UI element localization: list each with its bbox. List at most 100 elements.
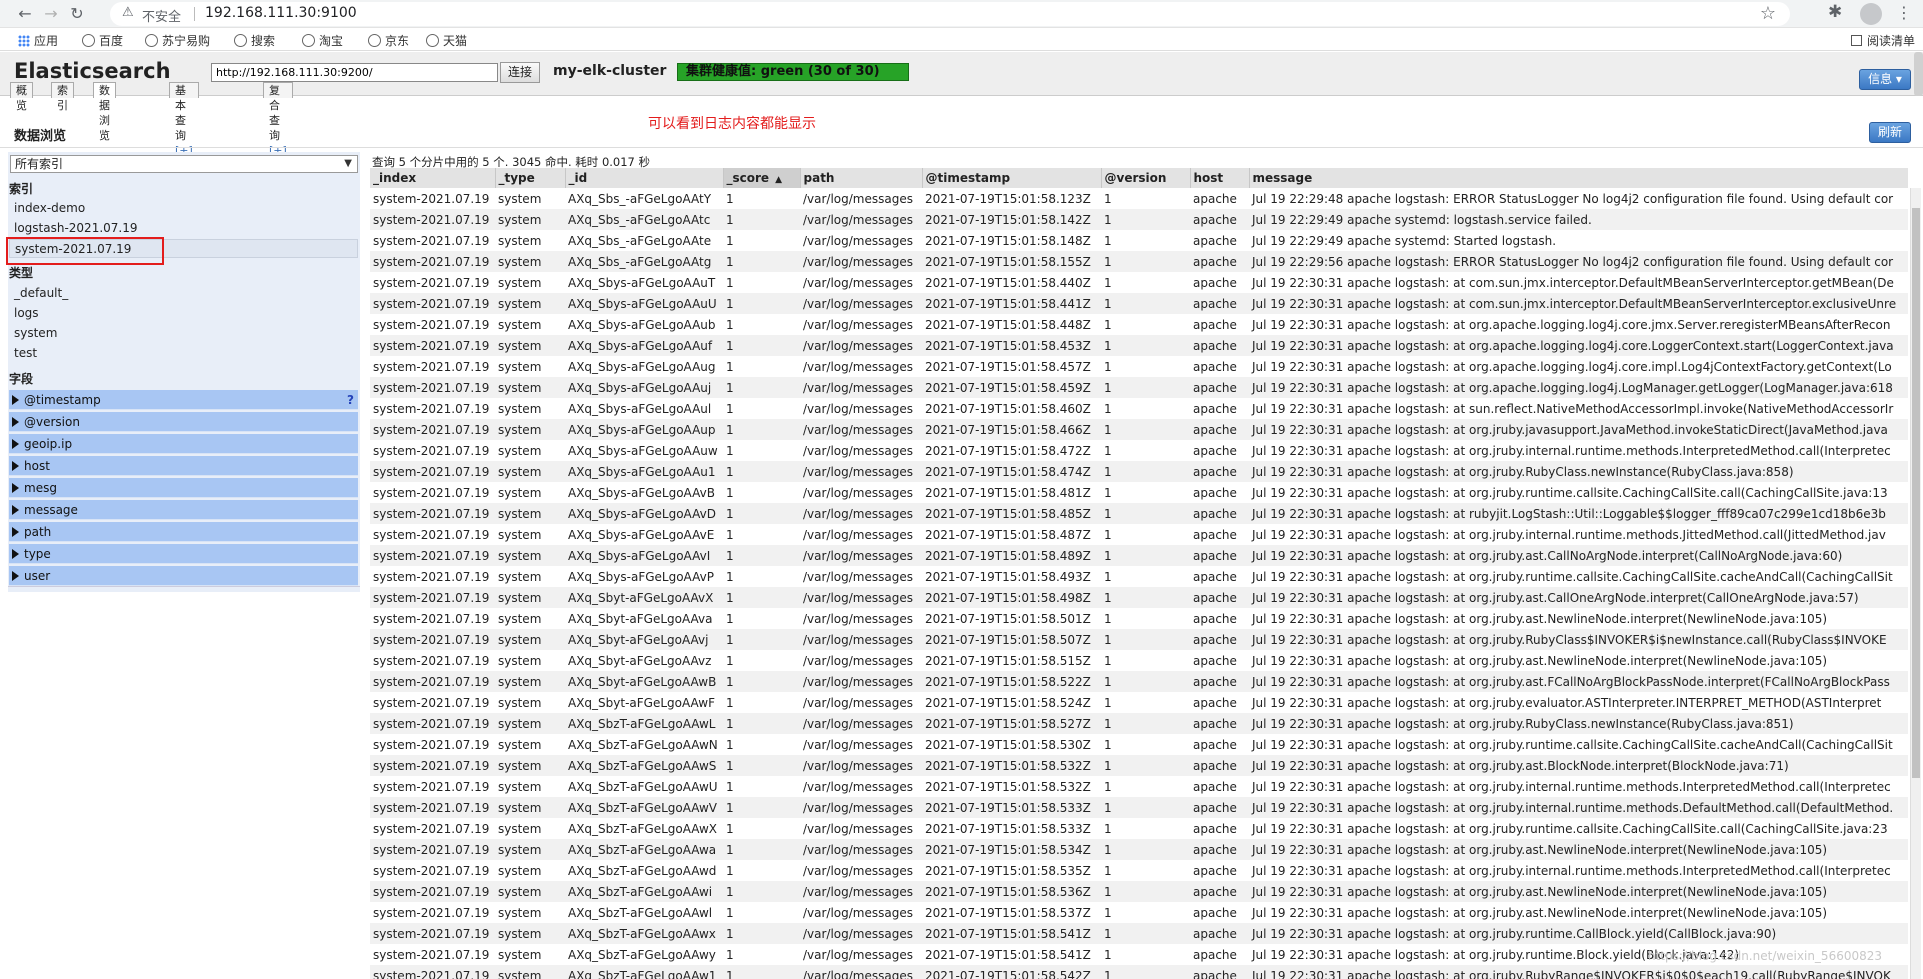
table-row[interactable]: system-2021.07.19 system AXq_SbzT-aFGeLgoA… xyxy=(370,776,1908,797)
column-header[interactable]: host xyxy=(1190,168,1250,188)
tab-basic-query[interactable]: 基本查询 [+] xyxy=(169,82,199,157)
help-icon[interactable]: ? xyxy=(347,390,354,410)
reload-icon[interactable]: ↻ xyxy=(66,3,88,25)
table-row[interactable]: system-2021.07.19 system AXq_Sbys-aFGeLgoA… xyxy=(370,461,1908,482)
browser-menu-icon[interactable]: ⋮ xyxy=(1896,3,1912,22)
sidebar-type-item[interactable]: test xyxy=(9,344,358,363)
index-select[interactable]: 所有索引 ▼ xyxy=(10,155,358,173)
tab-compound-query[interactable]: 复合查询 [+] xyxy=(263,82,293,157)
table-row[interactable]: system-2021.07.19 system AXq_Sbys-aFGeLgoA… xyxy=(370,419,1908,440)
results-scrollbar[interactable] xyxy=(1910,188,1921,979)
table-row[interactable]: system-2021.07.19 system AXq_SbzT-aFGeLgoA… xyxy=(370,713,1908,734)
forward-icon[interactable]: → xyxy=(40,3,62,25)
bookmark-jd[interactable]: 京东 xyxy=(368,32,409,49)
page-scrollbar[interactable] xyxy=(1914,52,1923,96)
table-row[interactable]: system-2021.07.19 system AXq_Sbyt-aFGeLgoA… xyxy=(370,608,1908,629)
info-button[interactable]: 信息 ▾ xyxy=(1859,69,1911,90)
table-cell: 1 xyxy=(1101,923,1190,944)
table-row[interactable]: system-2021.07.19 system AXq_SbzT-aFGeLgoA… xyxy=(370,839,1908,860)
field-item[interactable]: user xyxy=(9,566,358,586)
table-row[interactable]: system-2021.07.19 system AXq_Sbys-aFGeLgoA… xyxy=(370,272,1908,293)
table-row[interactable]: system-2021.07.19 system AXq_SbzT-aFGeLgoA… xyxy=(370,818,1908,839)
table-row[interactable]: system-2021.07.19 system AXq_SbzT-aFGeLgoA… xyxy=(370,923,1908,944)
tab-indices[interactable]: 索引 xyxy=(51,82,74,112)
column-header[interactable]: _type xyxy=(495,168,566,188)
table-cell: AXq_Sbys-aFGeLgoAAvB xyxy=(568,485,715,500)
field-item[interactable]: host xyxy=(9,456,358,476)
table-row[interactable]: system-2021.07.19 system AXq_Sbys-aFGeLgoA… xyxy=(370,482,1908,503)
bookmark-taobao[interactable]: 淘宝 xyxy=(302,32,343,49)
connect-button[interactable]: 连接 xyxy=(500,62,540,83)
field-item[interactable]: @version xyxy=(9,412,358,432)
column-header[interactable]: _index xyxy=(370,168,496,188)
column-header[interactable]: path xyxy=(800,168,923,188)
field-item[interactable]: mesg xyxy=(9,478,358,498)
back-icon[interactable]: ← xyxy=(14,3,36,25)
address-bar[interactable]: ⚠ 不安全 192.168.111.30:9100 ☆ xyxy=(110,2,1790,26)
table-row[interactable]: system-2021.07.19 system AXq_SbzT-aFGeLgoA… xyxy=(370,797,1908,818)
table-cell: system-2021.07.19 xyxy=(370,629,495,650)
table-row[interactable]: system-2021.07.19 system AXq_SbzT-aFGeLgoA… xyxy=(370,860,1908,881)
sidebar-type-item[interactable]: logs xyxy=(9,304,358,323)
extensions-icon[interactable]: ✱ xyxy=(1828,2,1842,22)
sidebar-index-item[interactable]: logstash-2021.07.19 xyxy=(9,219,358,238)
field-item[interactable]: path xyxy=(9,522,358,542)
table-row[interactable]: system-2021.07.19 system AXq_Sbys-aFGeLgoA… xyxy=(370,524,1908,545)
field-item[interactable]: @timestamp? xyxy=(9,390,358,410)
table-row[interactable]: system-2021.07.19 system AXq_SbzT-aFGeLgoA… xyxy=(370,734,1908,755)
table-cell: AXq_Sbys-aFGeLgoAAup xyxy=(565,419,723,440)
connect-url-input[interactable] xyxy=(211,63,498,82)
table-row[interactable]: system-2021.07.19 system AXq_Sbs_-aFGeLgoA… xyxy=(370,251,1908,272)
table-row[interactable]: system-2021.07.19 system AXq_Sbys-aFGeLgoA… xyxy=(370,356,1908,377)
column-header[interactable]: @version xyxy=(1101,168,1191,188)
bookmark-star-icon[interactable]: ☆ xyxy=(1760,3,1776,24)
table-row[interactable]: system-2021.07.19 system AXq_SbzT-aFGeLgoA… xyxy=(370,902,1908,923)
table-row[interactable]: system-2021.07.19 system AXq_SbzT-aFGeLgoA… xyxy=(370,755,1908,776)
table-row[interactable]: system-2021.07.19 system AXq_Sbys-aFGeLgoA… xyxy=(370,335,1908,356)
table-row[interactable]: system-2021.07.19 system AXq_SbzT-aFGeLgoA… xyxy=(370,965,1908,979)
address-url[interactable]: 192.168.111.30:9100 xyxy=(205,5,357,21)
table-row[interactable]: system-2021.07.19 system AXq_Sbys-aFGeLgoA… xyxy=(370,398,1908,419)
field-item[interactable]: geoip.ip xyxy=(9,434,358,454)
tab-overview[interactable]: 概览 xyxy=(10,82,33,112)
table-cell: 1 xyxy=(726,947,734,962)
table-row[interactable]: system-2021.07.19 system AXq_Sbys-aFGeLgoA… xyxy=(370,440,1908,461)
tab-data-browse[interactable]: 数据浏览 xyxy=(93,82,116,142)
table-row[interactable]: system-2021.07.19 system AXq_Sbyt-aFGeLgoA… xyxy=(370,629,1908,650)
column-header-sorted[interactable]: _score ▲ xyxy=(723,168,801,188)
table-row[interactable]: system-2021.07.19 system AXq_SbzT-aFGeLgoA… xyxy=(370,881,1908,902)
table-row[interactable]: system-2021.07.19 system AXq_Sbs_-aFGeLgoA… xyxy=(370,209,1908,230)
reading-list[interactable]: 阅读清单 xyxy=(1850,32,1915,49)
table-row[interactable]: system-2021.07.19 system AXq_Sbys-aFGeLgoA… xyxy=(370,293,1908,314)
table-row[interactable]: system-2021.07.19 system AXq_Sbys-aFGeLgoA… xyxy=(370,377,1908,398)
table-row[interactable]: system-2021.07.19 system AXq_Sbys-aFGeLgoA… xyxy=(370,503,1908,524)
column-header[interactable]: message xyxy=(1249,168,1908,188)
bookmark-suning[interactable]: 苏宁易购 xyxy=(145,32,210,49)
table-cell: 1 xyxy=(1104,737,1112,752)
warning-icon: ⚠ xyxy=(122,5,134,20)
table-row[interactable]: system-2021.07.19 system AXq_Sbys-aFGeLgoA… xyxy=(370,566,1908,587)
scrollbar-thumb[interactable] xyxy=(1912,208,1920,778)
field-item[interactable]: type xyxy=(9,544,358,564)
profile-avatar-icon[interactable] xyxy=(1860,3,1882,25)
sidebar-type-item[interactable]: system xyxy=(9,324,358,343)
field-item[interactable]: message xyxy=(9,500,358,520)
table-row[interactable]: system-2021.07.19 system AXq_Sbyt-aFGeLgoA… xyxy=(370,692,1908,713)
table-row[interactable]: system-2021.07.19 system AXq_Sbs_-aFGeLgoA… xyxy=(370,188,1908,209)
table-cell: 1 xyxy=(723,335,800,356)
sidebar-index-item[interactable]: index-demo xyxy=(9,199,358,218)
column-header[interactable]: @timestamp xyxy=(922,168,1102,188)
table-row[interactable]: system-2021.07.19 system AXq_Sbyt-aFGeLgoA… xyxy=(370,671,1908,692)
sidebar-type-item[interactable]: _default_ xyxy=(9,284,358,303)
table-row[interactable]: system-2021.07.19 system AXq_Sbys-aFGeLgoA… xyxy=(370,545,1908,566)
bookmark-baidu[interactable]: 百度 xyxy=(82,32,123,49)
bookmark-search[interactable]: 搜索 xyxy=(234,32,275,49)
column-header[interactable]: _id xyxy=(565,168,724,188)
table-row[interactable]: system-2021.07.19 system AXq_Sbys-aFGeLgoA… xyxy=(370,314,1908,335)
table-row[interactable]: system-2021.07.19 system AXq_Sbs_-aFGeLgoA… xyxy=(370,230,1908,251)
refresh-button[interactable]: 刷新 xyxy=(1869,122,1911,143)
table-row[interactable]: system-2021.07.19 system AXq_Sbyt-aFGeLgoA… xyxy=(370,587,1908,608)
bookmark-apps[interactable]: 应用 xyxy=(18,32,58,49)
table-row[interactable]: system-2021.07.19 system AXq_Sbyt-aFGeLgoA… xyxy=(370,650,1908,671)
bookmark-tmall[interactable]: 天猫 xyxy=(426,32,467,49)
